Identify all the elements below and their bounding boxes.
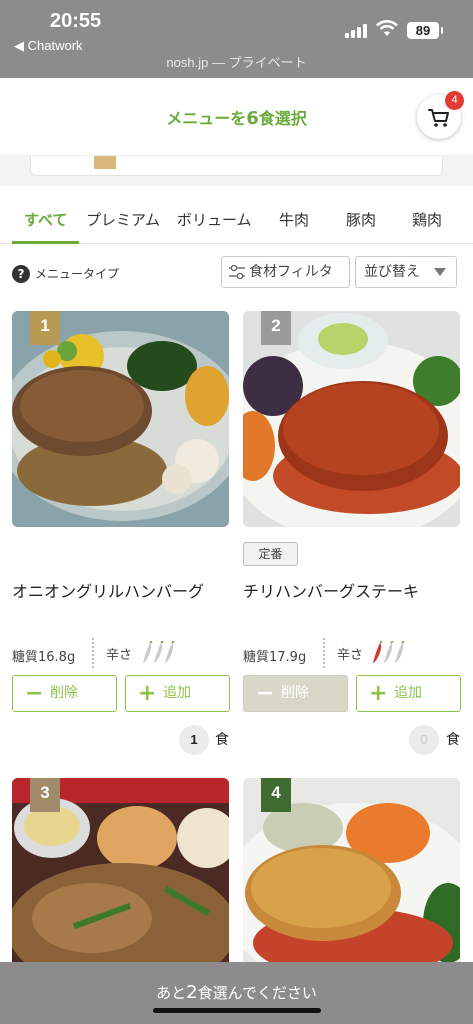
active-tab-indicator [12, 241, 79, 244]
sort-label: 並び替え [364, 264, 420, 280]
rank-badge: 1 [30, 311, 60, 345]
rank-badge: 3 [30, 778, 60, 812]
help-icon[interactable]: ? [12, 265, 30, 283]
tab-all[interactable]: すべて [24, 209, 67, 230]
quantity-unit: 食 [446, 732, 460, 748]
tab-premium[interactable]: プレミアム [86, 209, 160, 230]
add-button[interactable]: + 追加 [125, 675, 230, 712]
product-image[interactable]: 1 [12, 311, 229, 527]
banner-card[interactable] [30, 156, 443, 176]
banner-area [0, 156, 473, 186]
product-name[interactable]: チリハンバーグステーキ [243, 578, 419, 602]
tab-beef[interactable]: 牛肉 [279, 209, 309, 230]
cart-count-badge: 4 [445, 91, 464, 110]
divider [92, 638, 94, 668]
filter-icon [229, 265, 245, 279]
plus-icon: + [369, 681, 388, 706]
product-name[interactable]: オニオングリルハンバーグ [12, 578, 204, 602]
tab-volume[interactable]: ボリューム [177, 209, 252, 230]
spice-label: 辛さ [106, 648, 133, 663]
quantity-count: 0 [409, 725, 439, 755]
tab-pork[interactable]: 豚肉 [346, 209, 376, 230]
app-header: メニューを6食選択 [0, 78, 473, 156]
product-image[interactable]: 2 [243, 311, 460, 527]
ingredient-filter-button[interactable]: 食材フィルタ [221, 256, 350, 288]
browser-url[interactable]: nosh.jp — プライベート [0, 52, 473, 71]
product-image[interactable]: 4 [243, 778, 460, 968]
product-image[interactable]: 3 [12, 778, 229, 968]
rank-badge: 4 [261, 778, 291, 812]
spice-label: 辛さ [337, 648, 364, 663]
ingredient-filter-label: 食材フィルタ [249, 264, 333, 280]
plus-icon: + [138, 681, 157, 706]
product-tag: 定番 [243, 542, 298, 566]
remove-button[interactable]: − 削除 [243, 675, 348, 712]
signal-icon [345, 22, 367, 38]
quantity-unit: 食 [215, 732, 229, 748]
category-tabs: すべて プレミアム ボリューム 牛肉 豚肉 鶏肉 [0, 186, 473, 244]
menu-type-link[interactable]: メニュータイプ [35, 265, 119, 283]
carb-info: 糖質16.8g [12, 650, 76, 665]
banner-image [94, 156, 116, 169]
sort-select[interactable]: 並び替え [355, 256, 457, 288]
home-indicator [153, 1008, 321, 1013]
quantity-count: 1 [179, 725, 209, 755]
minus-icon: − [256, 681, 275, 706]
page-title: メニューを6食選択 [166, 108, 307, 129]
minus-icon: − [25, 681, 44, 706]
chili-icon [143, 641, 175, 663]
status-bar: 20:55 ◀ Chatwork 89 nosh.jp — プライベート [0, 0, 473, 78]
carb-info: 糖質17.9g [243, 650, 307, 665]
rank-badge: 2 [261, 311, 291, 345]
add-button[interactable]: + 追加 [356, 675, 461, 712]
divider [323, 638, 325, 668]
remove-button[interactable]: − 削除 [12, 675, 117, 712]
wifi-icon [376, 20, 398, 36]
tab-chicken[interactable]: 鶏肉 [412, 209, 442, 230]
status-time: 20:55 [50, 10, 102, 32]
chili-icon [373, 641, 405, 663]
remaining-selection-bar: あと2食選んでください [0, 962, 473, 1024]
battery-icon: 89 [407, 22, 443, 39]
dropdown-arrow-icon [434, 268, 446, 276]
